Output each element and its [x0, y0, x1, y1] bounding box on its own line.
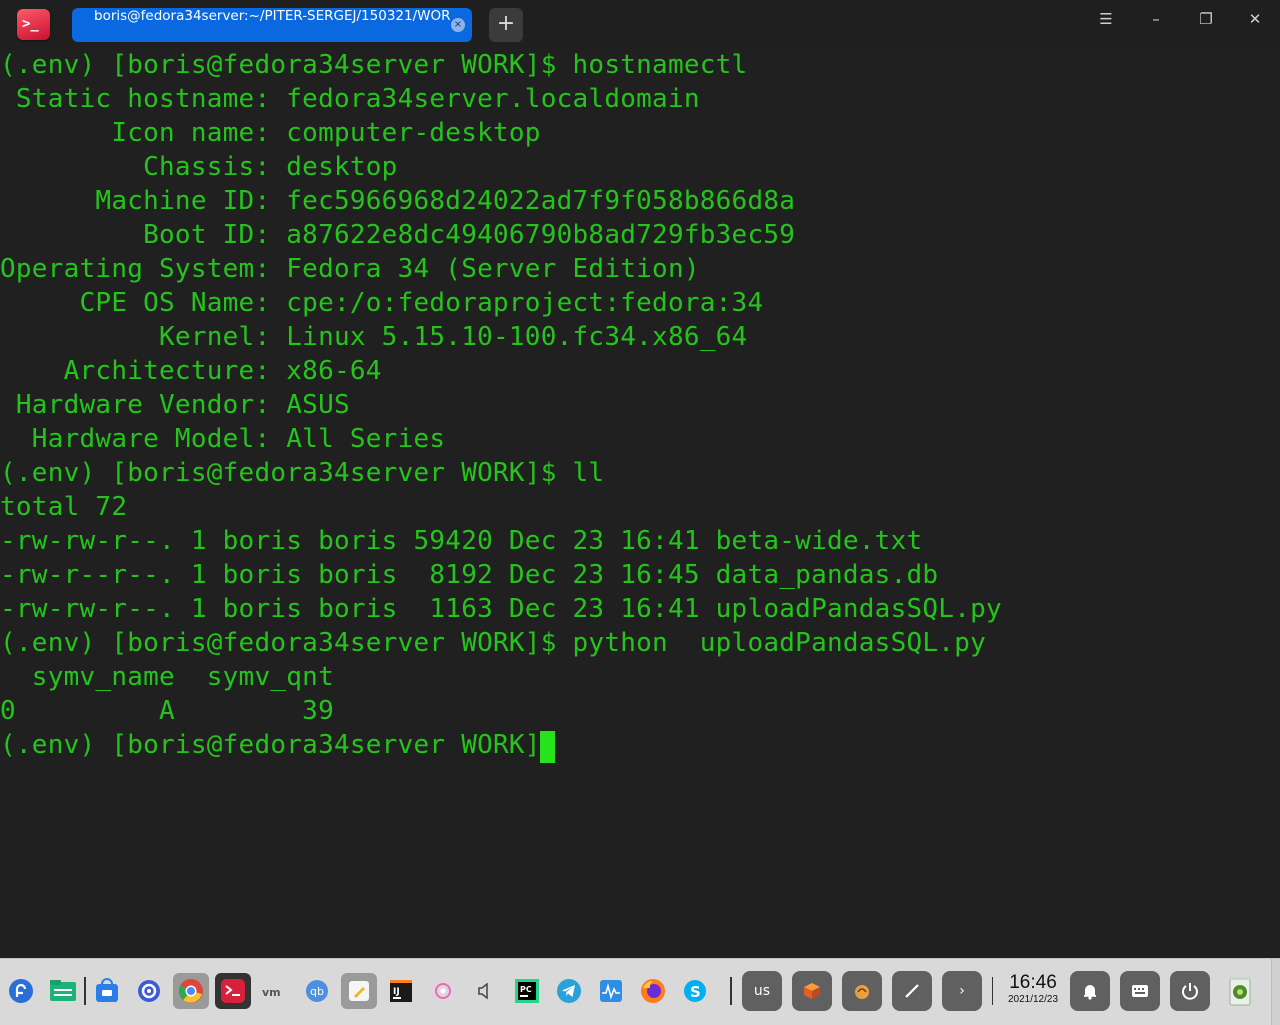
- terminal-line: Architecture: x86-64: [0, 356, 382, 386]
- text-editor-icon[interactable]: [341, 973, 377, 1009]
- clock-date[interactable]: 2021/12/23: [1003, 994, 1063, 1005]
- svg-text:vm: vm: [262, 986, 281, 999]
- terminal-line: symv_name symv_qnt: [0, 662, 334, 692]
- taskbar-edge: [1271, 959, 1280, 1025]
- taskbar-separator: [730, 977, 732, 1005]
- onscreen-keyboard-icon[interactable]: [1120, 971, 1160, 1011]
- vm-icon[interactable]: vm: [257, 973, 293, 1009]
- taskbar-separator: [992, 977, 993, 1005]
- terminal-line: Boot ID: a87622e8dc49406790b8ad729fb3ec5…: [0, 220, 796, 250]
- terminal-line: -rw-r--r--. 1 boris boris 8192 Dec 23 16…: [0, 560, 939, 590]
- svg-text:PC: PC: [520, 985, 532, 994]
- terminal-icon[interactable]: [215, 973, 251, 1009]
- terminal-app-icon[interactable]: >_: [17, 9, 50, 40]
- terminal-line: (.env) [boris@fedora34server WORK]$ pyth…: [0, 628, 987, 658]
- terminal-line: Kernel: Linux 5.15.10-100.fc34.x86_64: [0, 322, 748, 352]
- file-manager-icon[interactable]: [45, 973, 81, 1009]
- close-button[interactable]: ✕: [1240, 10, 1270, 40]
- terminal-line: Icon name: computer-desktop: [0, 118, 541, 148]
- svg-text:qb: qb: [310, 985, 324, 998]
- minimize-button[interactable]: –: [1141, 10, 1171, 40]
- svg-text:IJ: IJ: [393, 987, 400, 997]
- update-tray-icon[interactable]: [842, 971, 882, 1011]
- chrome-icon[interactable]: [173, 973, 209, 1009]
- terminal-line: total 72: [0, 492, 128, 522]
- terminal-line: Hardware Vendor: ASUS: [0, 390, 350, 420]
- clock-time[interactable]: 16:46: [1005, 972, 1061, 994]
- tray-expand-button[interactable]: ›: [942, 971, 982, 1011]
- terminal-line: Machine ID: fec5966968d24022ad7f9f058b86…: [0, 186, 796, 216]
- keyboard-layout-indicator[interactable]: us: [742, 971, 782, 1011]
- tab-title: boris@fedora34server:~/PITER-SERGEJ/1503…: [94, 8, 450, 24]
- terminal-line: Static hostname: fedora34server.localdom…: [0, 84, 700, 114]
- terminal-line: (.env) [boris@fedora34server WORK]$ host…: [0, 50, 748, 80]
- menu-button[interactable]: ☰: [1091, 10, 1121, 40]
- taskbar: vm qb IJ PC S us › 16:46 2021/12/23: [0, 958, 1280, 1025]
- text-cursor: [540, 731, 555, 763]
- pycharm-icon[interactable]: PC: [509, 973, 545, 1009]
- settings-icon[interactable]: [131, 973, 167, 1009]
- terminal-prompt: (.env) [boris@fedora34server WORK]$: [0, 730, 573, 760]
- intellij-icon[interactable]: IJ: [383, 973, 419, 1009]
- speaker-icon[interactable]: [467, 973, 503, 1009]
- launcher-icon[interactable]: [3, 973, 39, 1009]
- terminal-line: -rw-rw-r--. 1 boris boris 59420 Dec 23 1…: [0, 526, 923, 556]
- svg-text:S: S: [690, 983, 701, 1001]
- skype-icon[interactable]: S: [677, 973, 713, 1009]
- terminal-line: (.env) [boris@fedora34server WORK]$ ll: [0, 458, 605, 488]
- trash-icon[interactable]: [1222, 972, 1258, 1008]
- qbittorrent-icon[interactable]: qb: [299, 973, 335, 1009]
- terminal-line: Hardware Model: All Series: [0, 424, 446, 454]
- app-store-icon[interactable]: [89, 973, 125, 1009]
- screenshot-tray-icon[interactable]: [892, 971, 932, 1011]
- terminal-line: 0 A 39: [0, 696, 334, 726]
- tab-close-icon[interactable]: ×: [451, 18, 465, 32]
- terminal-line: CPE OS Name: cpe:/o:fedoraproject:fedora…: [0, 288, 764, 318]
- system-monitor-icon[interactable]: [593, 973, 629, 1009]
- taskbar-separator: [84, 977, 86, 1005]
- notification-bell-icon[interactable]: [1070, 971, 1110, 1011]
- package-tray-icon[interactable]: [792, 971, 832, 1011]
- disc-icon[interactable]: [425, 973, 461, 1009]
- firefox-icon[interactable]: [635, 973, 671, 1009]
- tab-terminal-session[interactable]: boris@fedora34server:~/PITER-SERGEJ/1503…: [72, 8, 472, 42]
- terminal-line: Chassis: desktop: [0, 152, 398, 182]
- terminal-line: -rw-rw-r--. 1 boris boris 1163 Dec 23 16…: [0, 594, 1002, 624]
- maximize-button[interactable]: ❐: [1191, 10, 1221, 40]
- new-tab-button[interactable]: +: [489, 8, 523, 42]
- title-bar: >_ boris@fedora34server:~/PITER-SERGEJ/1…: [0, 0, 1280, 50]
- power-icon[interactable]: [1170, 971, 1210, 1011]
- terminal-line: Operating System: Fedora 34 (Server Edit…: [0, 254, 700, 284]
- telegram-icon[interactable]: [551, 973, 587, 1009]
- terminal-output[interactable]: (.env) [boris@fedora34server WORK]$ host…: [0, 50, 1280, 956]
